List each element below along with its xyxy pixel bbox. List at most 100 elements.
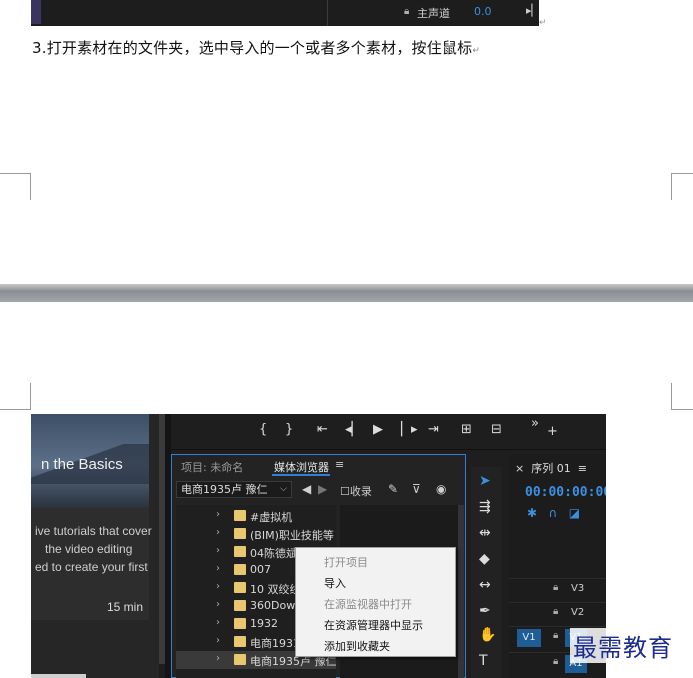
folder-name: 电商1931 — [250, 637, 300, 650]
folder-icon — [234, 636, 246, 647]
bottom-rule — [31, 674, 86, 678]
ripple-edit-icon[interactable]: ⇹ — [479, 525, 491, 541]
go-to-in-icon[interactable]: ⇤ — [317, 422, 328, 437]
master-channel-value: 0.0 — [474, 5, 492, 18]
lock-icon[interactable]: 🔒︎ — [553, 630, 558, 641]
source-patch-v1[interactable]: V1 — [517, 629, 541, 647]
track-select-icon[interactable]: ⇶ — [479, 499, 491, 515]
sequence-title: 序列 01 — [531, 462, 571, 475]
context-menu: 打开项目 导入 在源监视器中打开 在资源管理器中显示 添加到收藏夹 — [295, 547, 456, 657]
active-tab-underline — [272, 474, 330, 476]
menu-item-add-to-favorites[interactable]: 添加到收藏夹 — [324, 638, 390, 654]
document-page-top: 🔒︎ 主声道 0.0 ▸▏ ↵ 3.打开素材在的文件夹，选中导入的一个或者多个素… — [0, 0, 693, 285]
folder-row[interactable]: › #虚拟机 — [176, 507, 336, 525]
wrench-icon[interactable]: ✎ — [388, 482, 398, 496]
premiere-screenshot: n the Basics ive tutorials that cover th… — [31, 414, 606, 678]
add-icon[interactable]: + — [547, 424, 558, 439]
folder-row[interactable]: › (BIM)职业技能等 — [176, 525, 336, 543]
hand-icon[interactable]: ✋ — [479, 627, 496, 643]
forward-arrow-icon[interactable]: ▶ — [318, 482, 327, 496]
tab-media-browser[interactable]: 媒体浏览器 — [274, 459, 329, 475]
folder-name: 007 — [250, 563, 271, 576]
panel-tabs: 项目: 未命名 媒体浏览器 ≡ — [172, 455, 465, 477]
browser-scrollbar[interactable] — [458, 505, 464, 678]
learn-hero-image: n the Basics — [31, 414, 149, 508]
menu-item-import[interactable]: 导入 — [324, 575, 346, 591]
chevron-down-icon: ⌵ — [280, 484, 287, 494]
folder-icon — [234, 582, 246, 593]
track-name: V3 — [571, 583, 585, 594]
lock-icon[interactable]: 🔒︎ — [553, 656, 558, 667]
folder-icon — [234, 510, 246, 521]
tutorial-desc-line: ive tutorials that cover — [35, 524, 152, 538]
premiere-screenshot-fragment: 🔒︎ 主声道 0.0 ▸▏ — [31, 0, 540, 26]
step-back-icon[interactable]: ◂▏ — [345, 422, 362, 437]
chevron-right-icon: › — [216, 563, 220, 574]
tutorial-desc-line: the video editing — [45, 542, 133, 556]
page-corner-mark — [671, 173, 693, 200]
track-v3[interactable]: 🔒︎ V3 — [509, 578, 606, 600]
chevron-right-icon: › — [216, 509, 220, 520]
razor-icon[interactable]: ◆ — [479, 551, 490, 567]
close-icon[interactable]: × — [515, 462, 524, 475]
slip-icon[interactable]: ↔ — [479, 577, 491, 593]
more-icon[interactable]: » — [531, 416, 539, 431]
marker-icon[interactable]: ◪ — [569, 506, 580, 520]
step-forward-icon[interactable]: ▏▸ — [401, 422, 418, 437]
pen-icon[interactable]: ✒ — [479, 603, 491, 619]
type-icon[interactable]: T — [479, 653, 488, 669]
favorites-toggle[interactable]: ☐收录 — [340, 483, 372, 499]
tutorial-card[interactable]: ive tutorials that cover the video editi… — [31, 508, 152, 620]
sequence-tab[interactable]: × 序列 01 ≡ — [515, 460, 587, 476]
folder-name: (BIM)职业技能等 — [250, 529, 334, 542]
learn-panel: n the Basics ive tutorials that cover th… — [31, 414, 165, 678]
browser-toolbar: 电商1935卢 豫仁 ⌵ ◀ ▶ ☐收录 ✎ ⊽ ◉ — [172, 479, 465, 501]
lock-icon[interactable]: 🔒︎ — [553, 606, 558, 617]
favorites-label: 收录 — [349, 485, 372, 498]
chevron-right-icon: › — [216, 527, 220, 538]
tools-panel: ➤ ⇶ ⇹ ◆ ↔ ✒ ✋ T — [471, 467, 501, 678]
menu-item-open-project[interactable]: 打开项目 — [324, 554, 368, 570]
eye-icon[interactable]: ◉ — [436, 482, 446, 496]
folder-icon — [234, 564, 246, 575]
panel-divider — [327, 0, 328, 26]
mark-in-icon[interactable]: { — [259, 422, 267, 437]
panel-menu-icon[interactable]: ≡ — [335, 458, 344, 471]
folder-icon — [234, 546, 246, 557]
selection-tool-icon[interactable]: ➤ — [479, 473, 491, 489]
back-arrow-icon[interactable]: ◀ — [302, 482, 311, 496]
go-to-out-icon[interactable]: ⇥ — [428, 422, 439, 437]
menu-item-reveal-in-explorer[interactable]: 在资源管理器中显示 — [324, 617, 423, 633]
learn-hero-title: n the Basics — [41, 456, 123, 473]
magnet-icon[interactable]: ∩ — [549, 506, 558, 520]
watermark-logo: 最需教育 — [570, 628, 676, 663]
chevron-right-icon: › — [216, 545, 220, 556]
play-icon[interactable]: ▶ — [373, 422, 383, 437]
chevron-right-icon: › — [216, 599, 220, 610]
chevron-right-icon: › — [216, 653, 220, 664]
overwrite-icon[interactable]: ⊟ — [491, 422, 502, 437]
tab-project[interactable]: 项目: 未命名 — [181, 459, 243, 475]
folder-name: 10 双绞线 — [250, 583, 301, 596]
lock-icon: 🔒︎ — [404, 6, 410, 17]
mark-out-icon[interactable]: } — [285, 422, 293, 437]
folder-icon — [234, 618, 246, 629]
path-select-value: 电商1935卢 豫仁 — [181, 483, 268, 496]
page-gap — [0, 284, 693, 302]
folder-icon — [234, 528, 246, 539]
page-corner-mark — [0, 173, 31, 200]
nest-icon[interactable]: ✱ — [527, 506, 537, 520]
track-v2[interactable]: 🔒︎ V2 — [509, 602, 606, 624]
lock-icon[interactable]: 🔒︎ — [553, 582, 558, 593]
step-instruction: 3.打开素材在的文件夹，选中导入的一个或者多个素材，按住鼠标↵ — [32, 39, 481, 57]
master-channel-label: 主声道 — [417, 7, 450, 20]
path-select[interactable]: 电商1935卢 豫仁 ⌵ — [176, 481, 292, 498]
chevron-right-icon: › — [216, 617, 220, 628]
step-forward-icon: ▸▏ — [526, 4, 540, 17]
timecode-display[interactable]: 00:00:00:00 — [525, 485, 606, 500]
folder-name: 04陈德斌 — [250, 547, 297, 560]
clip-strip — [31, 0, 41, 24]
filter-icon[interactable]: ⊽ — [412, 482, 421, 496]
menu-item-open-in-source[interactable]: 在源监视器中打开 — [324, 596, 412, 612]
insert-icon[interactable]: ⊞ — [461, 422, 472, 437]
